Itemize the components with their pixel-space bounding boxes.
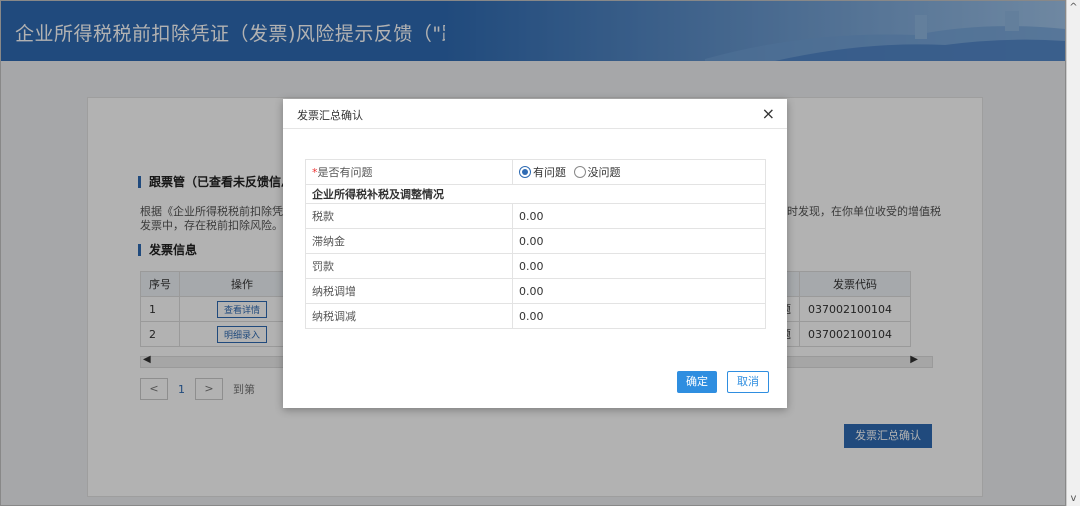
field-label: 税款 bbox=[305, 203, 513, 229]
radio-has-problem[interactable]: 有问题 bbox=[519, 164, 566, 180]
dialog-header: 发票汇总确认 × bbox=[283, 99, 787, 129]
late-fee-field[interactable]: 0.00 bbox=[512, 228, 766, 254]
question-label-cell: *是否有问题 bbox=[305, 159, 513, 185]
radio-checked-icon bbox=[519, 165, 531, 178]
summary-confirm-dialog: 发票汇总确认 × *是否有问题 有问题 没问题 企业所得税补税及调整情况 税款 … bbox=[283, 99, 787, 408]
question-label: 是否有问题 bbox=[317, 166, 373, 179]
cancel-button[interactable]: 取消 bbox=[727, 371, 769, 393]
tax-decrease-field[interactable]: 0.00 bbox=[512, 303, 766, 329]
browser-frame: 企业所得税税前扣除凭证（发票)风险提示反馈（"跟票管") 跟票管（已查看未反馈信… bbox=[0, 0, 1066, 506]
adjustment-form: *是否有问题 有问题 没问题 企业所得税补税及调整情况 税款 0.00 滞纳金 … bbox=[305, 159, 766, 329]
close-icon[interactable]: × bbox=[762, 104, 775, 123]
radio-no-problem[interactable]: 没问题 bbox=[573, 164, 621, 180]
radio-unchecked-icon bbox=[573, 165, 586, 178]
page-vertical-scrollbar[interactable]: ^ v bbox=[1066, 0, 1080, 506]
tax-increase-field[interactable]: 0.00 bbox=[512, 278, 766, 304]
form-group-row: 企业所得税补税及调整情况 bbox=[305, 184, 766, 204]
dialog-title: 发票汇总确认 bbox=[297, 109, 363, 122]
form-row: 纳税调增 0.00 bbox=[305, 278, 766, 304]
radio-label: 有问题 bbox=[533, 165, 566, 179]
form-row: 纳税调减 0.00 bbox=[305, 303, 766, 329]
form-row-question: *是否有问题 有问题 没问题 bbox=[305, 159, 766, 185]
scroll-up-icon[interactable]: ^ bbox=[1067, 2, 1080, 13]
field-label: 纳税调减 bbox=[305, 303, 513, 329]
form-row: 滞纳金 0.00 bbox=[305, 228, 766, 254]
form-row: 税款 0.00 bbox=[305, 203, 766, 229]
group-title: 企业所得税补税及调整情况 bbox=[305, 184, 766, 204]
question-options: 有问题 没问题 bbox=[512, 159, 766, 185]
field-label: 滞纳金 bbox=[305, 228, 513, 254]
tax-amount-field[interactable]: 0.00 bbox=[512, 203, 766, 229]
scroll-down-icon[interactable]: v bbox=[1067, 493, 1080, 504]
confirm-button[interactable]: 确定 bbox=[677, 371, 717, 393]
penalty-field[interactable]: 0.00 bbox=[512, 253, 766, 279]
radio-label: 没问题 bbox=[587, 165, 621, 179]
field-label: 纳税调增 bbox=[305, 278, 513, 304]
form-row: 罚款 0.00 bbox=[305, 253, 766, 279]
field-label: 罚款 bbox=[305, 253, 513, 279]
